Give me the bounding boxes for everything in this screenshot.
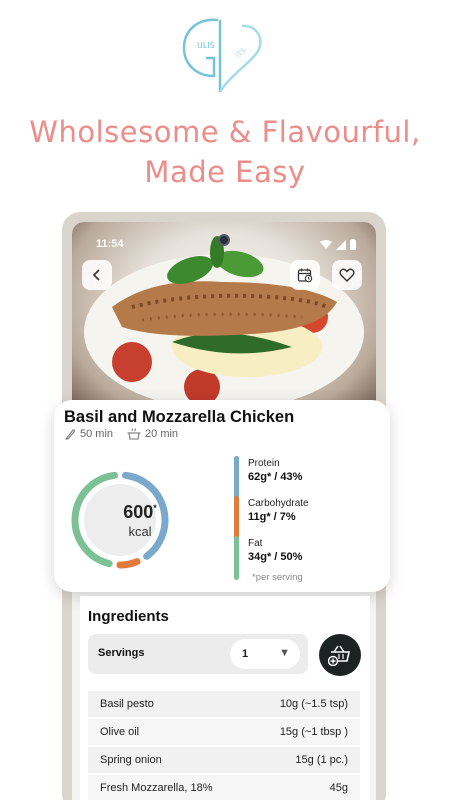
fat-value: 34g* / 50% bbox=[248, 551, 303, 563]
recipe-times: 50 min 20 min bbox=[64, 428, 178, 440]
gulis-logo: ULIS ITS bbox=[182, 18, 262, 93]
battery-icon bbox=[350, 239, 356, 250]
recipe-photo bbox=[72, 222, 376, 422]
protein-value: 62g* / 43% bbox=[248, 471, 303, 483]
chevron-left-icon bbox=[92, 269, 100, 281]
ingredient-name: Spring onion bbox=[100, 754, 162, 766]
wifi-icon bbox=[320, 239, 332, 249]
ingredients-title: Ingredients bbox=[88, 608, 169, 625]
energy-value: 600* bbox=[123, 502, 157, 522]
ingredient-amount: 15g (1 pc.) bbox=[295, 754, 348, 766]
recipe-photo-illustration bbox=[84, 236, 364, 410]
carbohydrate-color-bar bbox=[234, 496, 239, 540]
promo-headline: Wholsesome & Flavourful, Made Easy bbox=[0, 112, 450, 192]
status-time: 11:54 bbox=[96, 238, 124, 250]
fat-label: Fat bbox=[248, 538, 263, 549]
signal-icon bbox=[336, 239, 346, 250]
carbohydrate-value: 11g* / 7% bbox=[248, 511, 296, 523]
per-serving-note: *per serving bbox=[252, 572, 303, 583]
macro-carbohydrate: Carbohydrate 11g* / 7% bbox=[234, 496, 309, 540]
basket-add-icon bbox=[328, 645, 350, 666]
ingredient-name: Olive oil bbox=[100, 726, 140, 738]
favorite-button[interactable] bbox=[332, 260, 362, 290]
ring-segment-carbohydrate bbox=[116, 558, 141, 569]
svg-text:ITS: ITS bbox=[234, 46, 248, 59]
ingredient-amount: 10g (~1.5 tsp) bbox=[279, 698, 348, 710]
prep-time-value: 50 min bbox=[80, 428, 114, 440]
knife-icon bbox=[64, 429, 75, 440]
ingredient-row: Fresh Mozzarella, 18% 45g bbox=[88, 775, 360, 800]
caret-down-icon: ▼ bbox=[279, 647, 290, 659]
servings-value: 1 bbox=[242, 648, 249, 660]
ingredient-amount: 45g bbox=[329, 782, 348, 794]
ingredient-row: Spring onion 15g (1 pc.) bbox=[88, 747, 360, 775]
carbohydrate-label: Carbohydrate bbox=[248, 498, 309, 509]
status-icons bbox=[320, 239, 356, 250]
add-to-basket-button[interactable] bbox=[319, 634, 361, 676]
front-camera bbox=[218, 234, 230, 246]
svg-text:ULIS: ULIS bbox=[197, 41, 215, 50]
ingredients-table: Basil pesto 10g (~1.5 tsp) Olive oil 15g (~… bbox=[88, 691, 360, 800]
ingredient-name: Fresh Mozzarella, 18% bbox=[100, 782, 213, 794]
ingredient-amount: 15g (~1 tbsp ) bbox=[279, 726, 348, 738]
protein-color-bar bbox=[234, 456, 239, 500]
prep-time: 50 min bbox=[64, 428, 113, 440]
nutrition-card: Basil and Mozzarella Chicken 50 min 20 m… bbox=[54, 400, 390, 592]
energy-unit: kcal bbox=[128, 524, 152, 539]
servings-label: Servings bbox=[98, 647, 145, 659]
macro-protein: Protein 62g* / 43% bbox=[234, 456, 302, 500]
protein-label: Protein bbox=[248, 458, 280, 469]
calendar-icon bbox=[297, 268, 313, 283]
back-button[interactable] bbox=[82, 260, 112, 290]
heart-icon bbox=[339, 268, 355, 282]
servings-row: Servings 1 ▼ bbox=[88, 634, 308, 674]
servings-select[interactable]: 1 ▼ bbox=[230, 639, 300, 669]
headline-line-1: Wholsesome & Flavourful, bbox=[29, 115, 421, 149]
ingredient-row: Basil pesto 10g (~1.5 tsp) bbox=[88, 691, 360, 719]
headline-line-2: Made Easy bbox=[144, 155, 306, 189]
recipe-title: Basil and Mozzarella Chicken bbox=[64, 408, 295, 426]
pot-icon bbox=[127, 428, 141, 440]
ingredients-panel: Ingredients Servings 1 ▼ Basil pesto 10g … bbox=[80, 596, 370, 800]
ingredient-name: Basil pesto bbox=[100, 698, 154, 710]
cook-time: 20 min bbox=[127, 428, 178, 440]
cook-time-value: 20 min bbox=[145, 428, 179, 440]
add-to-calendar-button[interactable] bbox=[290, 260, 320, 290]
ingredient-row: Olive oil 15g (~1 tbsp ) bbox=[88, 719, 360, 747]
fat-color-bar bbox=[234, 536, 239, 580]
